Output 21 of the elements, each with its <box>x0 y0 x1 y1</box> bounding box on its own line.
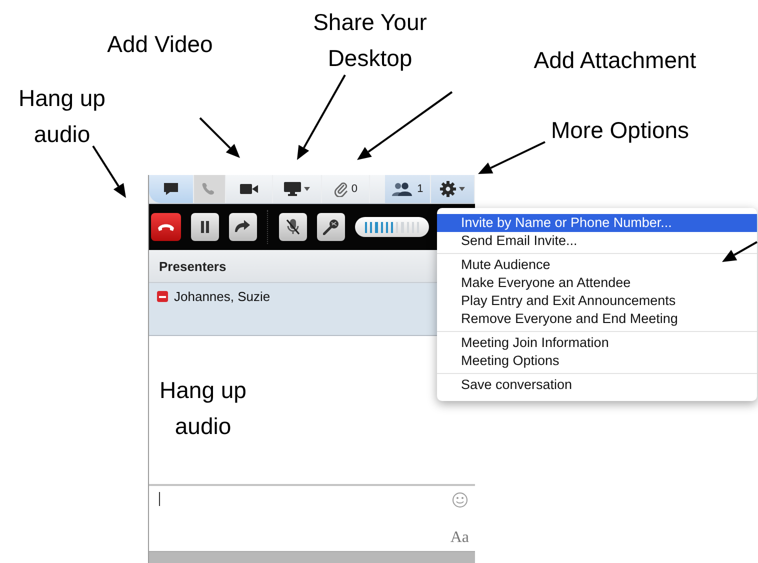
presenter-name[interactable]: Johannes, Suzie <box>174 289 270 304</box>
menu-item[interactable]: Play Entry and Exit Announcements <box>437 292 757 310</box>
attachment-button[interactable]: 0 <box>322 175 370 203</box>
font-button[interactable]: Aa <box>450 529 469 547</box>
callout-label: Hang up audio <box>18 84 106 149</box>
callout-label: More Options <box>550 116 690 145</box>
presenters-header: Presenters <box>159 258 226 274</box>
callout-label: Hang up audio <box>158 376 248 441</box>
menu-item[interactable]: Make Everyone an Attendee <box>437 274 757 292</box>
callout-label: Add Video <box>106 30 214 59</box>
callout-label: Share Your Desktop <box>312 8 428 73</box>
menu-item[interactable]: Save conversation <box>437 376 757 394</box>
menu-item[interactable]: Send Email Invite... <box>437 232 757 250</box>
menu-item[interactable]: Invite by Name or Phone Number... <box>437 214 757 232</box>
menu-item[interactable]: Remove Everyone and End Meeting <box>437 310 757 328</box>
callout-label: Add Attachment <box>532 46 698 75</box>
chat-input-field[interactable]: Aa <box>149 486 475 552</box>
menu-item[interactable]: Meeting Join Information <box>437 334 757 352</box>
participants-button[interactable]: 1 <box>385 175 432 203</box>
menu-item[interactable]: Meeting Options <box>437 352 757 370</box>
menu-item[interactable]: Mute Audience <box>437 256 757 274</box>
